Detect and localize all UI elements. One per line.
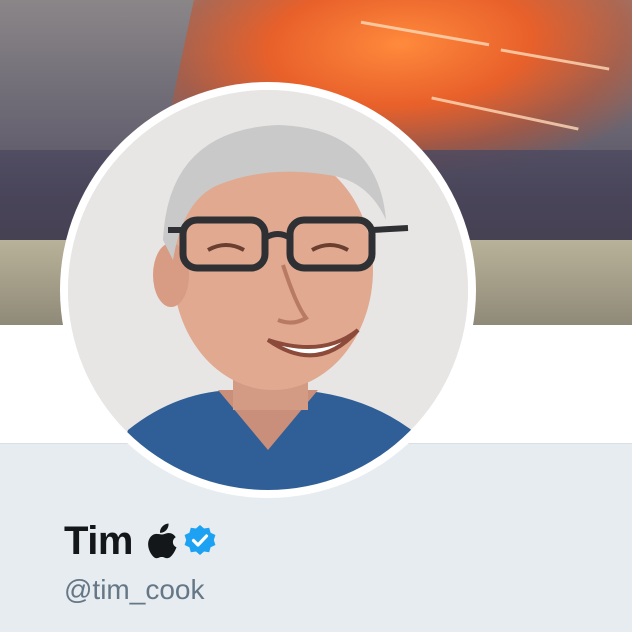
username-handle[interactable]: @tim_cook: [64, 574, 204, 606]
display-name: Tim: [64, 518, 133, 563]
apple-logo-icon: [147, 523, 177, 559]
avatar[interactable]: [60, 82, 476, 498]
avatar-photo: [68, 90, 468, 490]
display-name-row: Tim: [64, 516, 217, 566]
verified-badge-icon: [183, 524, 217, 558]
avatar-portrait: [68, 90, 468, 490]
